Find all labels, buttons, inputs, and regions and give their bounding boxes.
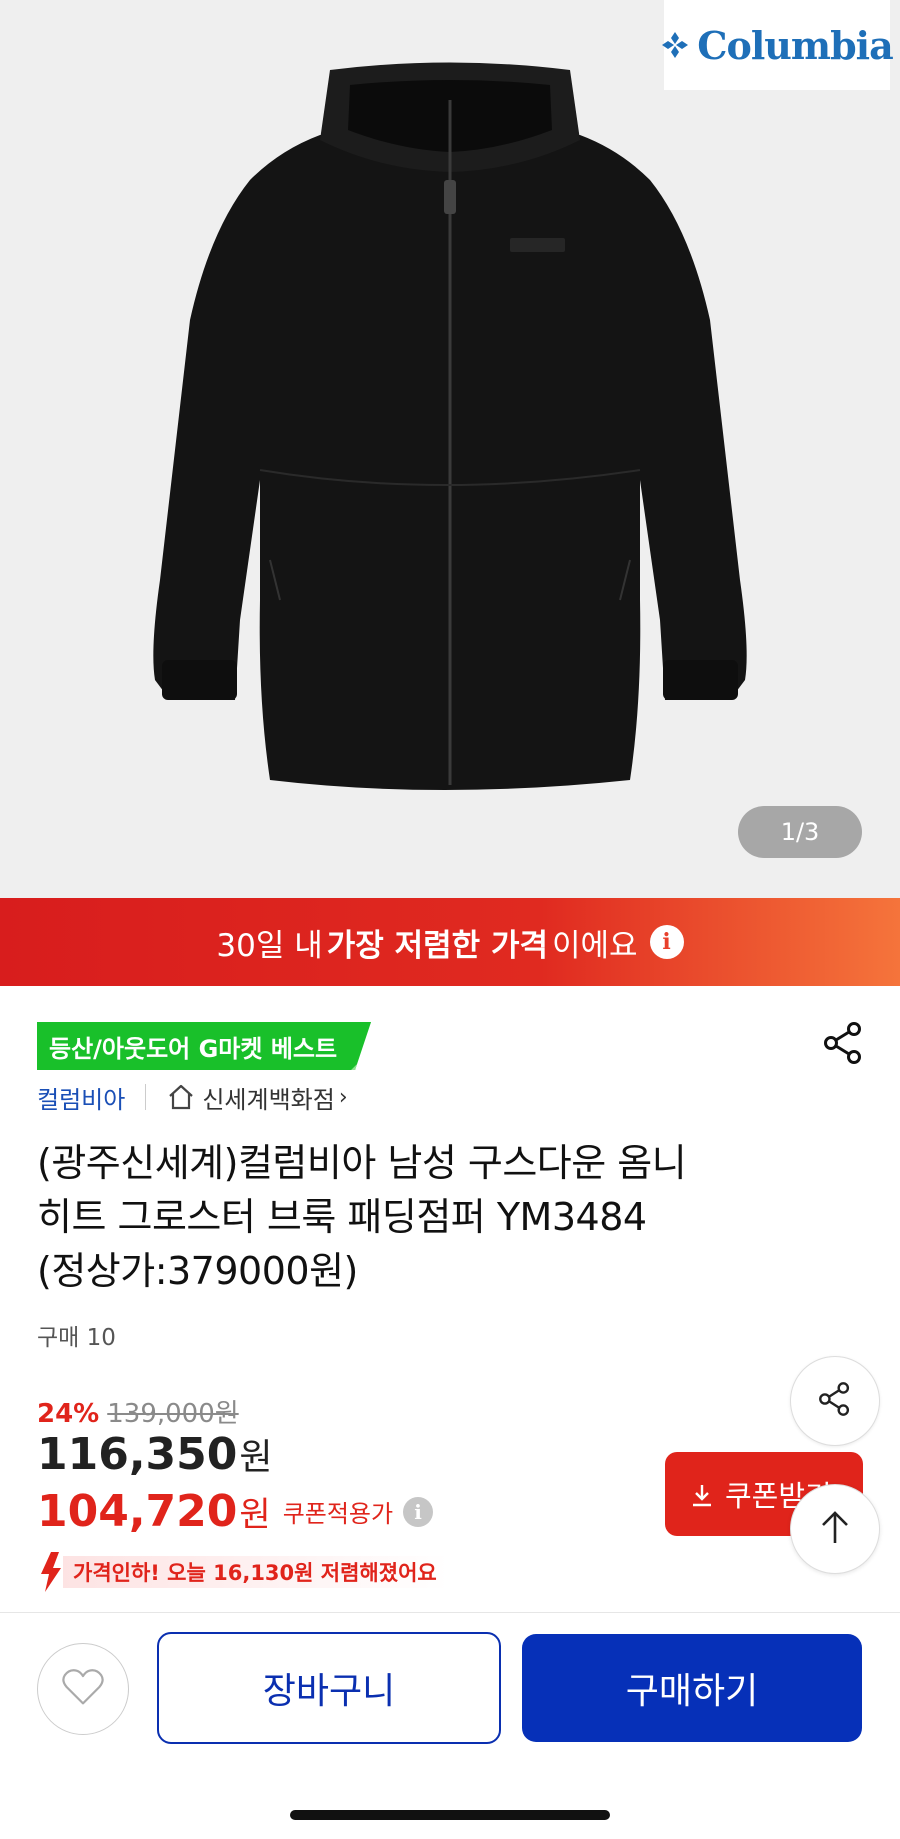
sale-price-amount: 116,350	[37, 1429, 238, 1480]
coupon-price-amount: 104,720	[37, 1486, 238, 1537]
section-divider	[0, 1612, 900, 1613]
buy-now-button[interactable]: 구매하기	[522, 1634, 862, 1742]
store-link[interactable]: 신세계백화점	[202, 1080, 334, 1115]
chevron-right-icon: ›	[338, 1084, 348, 1110]
brand-link[interactable]: 컬럼비아	[37, 1080, 125, 1115]
product-title: (광주신세계)컬럼비아 남성 구스다운 옴니 히트 그로스터 브룩 패딩점퍼 Y…	[37, 1141, 687, 1293]
price-drop-notice: 가격인하! 오늘 16,130원 저렴해졌어요	[37, 1552, 449, 1592]
columbia-diamond-icon	[661, 31, 689, 59]
columbia-logo: Columbia	[661, 0, 894, 90]
discount-row: 24% 139,000원	[37, 1393, 239, 1430]
floating-share-button[interactable]	[790, 1356, 880, 1446]
columbia-logo-text: Columbia	[697, 22, 893, 68]
coupon-price-unit: 원	[239, 1495, 271, 1535]
promo-text-after: 이에요	[552, 927, 638, 964]
coupon-price: 104,720 원 쿠폰적용가 i	[37, 1486, 434, 1537]
promo-text-before: 30일 내	[216, 927, 323, 964]
image-counter: 1/3	[738, 806, 862, 858]
product-image[interactable]	[140, 60, 760, 840]
lowest-price-banner: 30일 내 가장 저렴한 가격 이에요 i	[0, 898, 900, 986]
share-icon[interactable]	[818, 1018, 868, 1068]
divider	[145, 1084, 147, 1110]
info-icon[interactable]: i	[403, 1496, 434, 1527]
add-to-cart-button[interactable]: 장바구니	[157, 1632, 501, 1744]
discount-rate: 24%	[37, 1399, 100, 1429]
seller-row: 컬럼비아 신세계백화점 ›	[37, 1078, 348, 1116]
home-store-icon	[166, 1082, 196, 1112]
sale-price: 116,350 원	[37, 1428, 273, 1480]
scroll-to-top-button[interactable]	[790, 1484, 880, 1574]
wishlist-button[interactable]	[37, 1643, 129, 1735]
home-indicator[interactable]	[290, 1810, 610, 1820]
price-drop-text: 가격인하! 오늘 16,130원 저렴해졌어요	[63, 1556, 449, 1588]
info-icon[interactable]: i	[649, 925, 684, 959]
share-icon	[812, 1376, 858, 1426]
best-seller-badge: 등산/아웃도어 G마켓 베스트	[37, 1022, 371, 1070]
heart-icon	[60, 1667, 106, 1711]
download-icon	[689, 1481, 715, 1507]
sale-price-unit: 원	[239, 1437, 273, 1478]
arrow-up-icon	[815, 1507, 855, 1551]
sales-count: 구매 10	[37, 1325, 116, 1351]
original-price: 139,000원	[107, 1399, 239, 1429]
coupon-price-note: 쿠폰적용가	[282, 1500, 394, 1528]
promo-text-bold: 가장 저렴한 가격	[326, 927, 548, 964]
product-image-carousel[interactable]: Columbia 1/3	[0, 0, 900, 898]
